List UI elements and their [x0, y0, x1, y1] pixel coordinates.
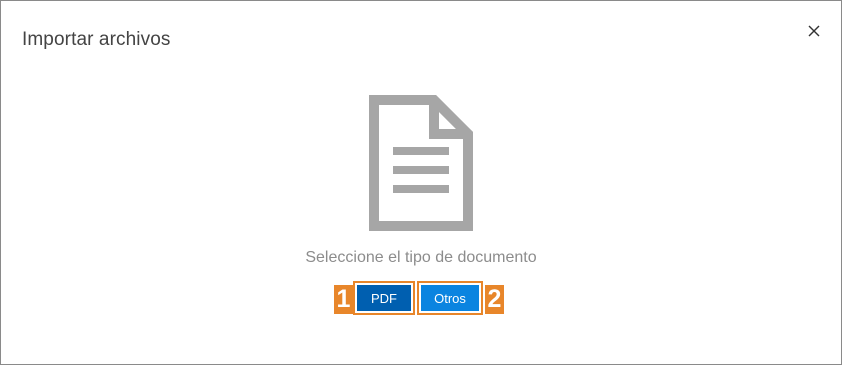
document-icon — [368, 94, 474, 232]
close-icon — [804, 21, 824, 41]
import-files-dialog: Importar archivos Seleccione el tipo de … — [0, 0, 842, 365]
dialog-title: Importar archivos — [22, 29, 171, 50]
otros-button-label: Otros — [421, 285, 479, 311]
close-button[interactable] — [804, 21, 824, 41]
callout-marker-2: 2 — [485, 285, 504, 314]
pdf-button-label: PDF — [357, 285, 411, 311]
document-type-prompt: Seleccione el tipo de documento — [305, 249, 537, 266]
pdf-button[interactable]: PDF — [353, 281, 415, 315]
callout-marker-1: 1 — [334, 285, 353, 314]
otros-button[interactable]: Otros — [417, 281, 483, 315]
